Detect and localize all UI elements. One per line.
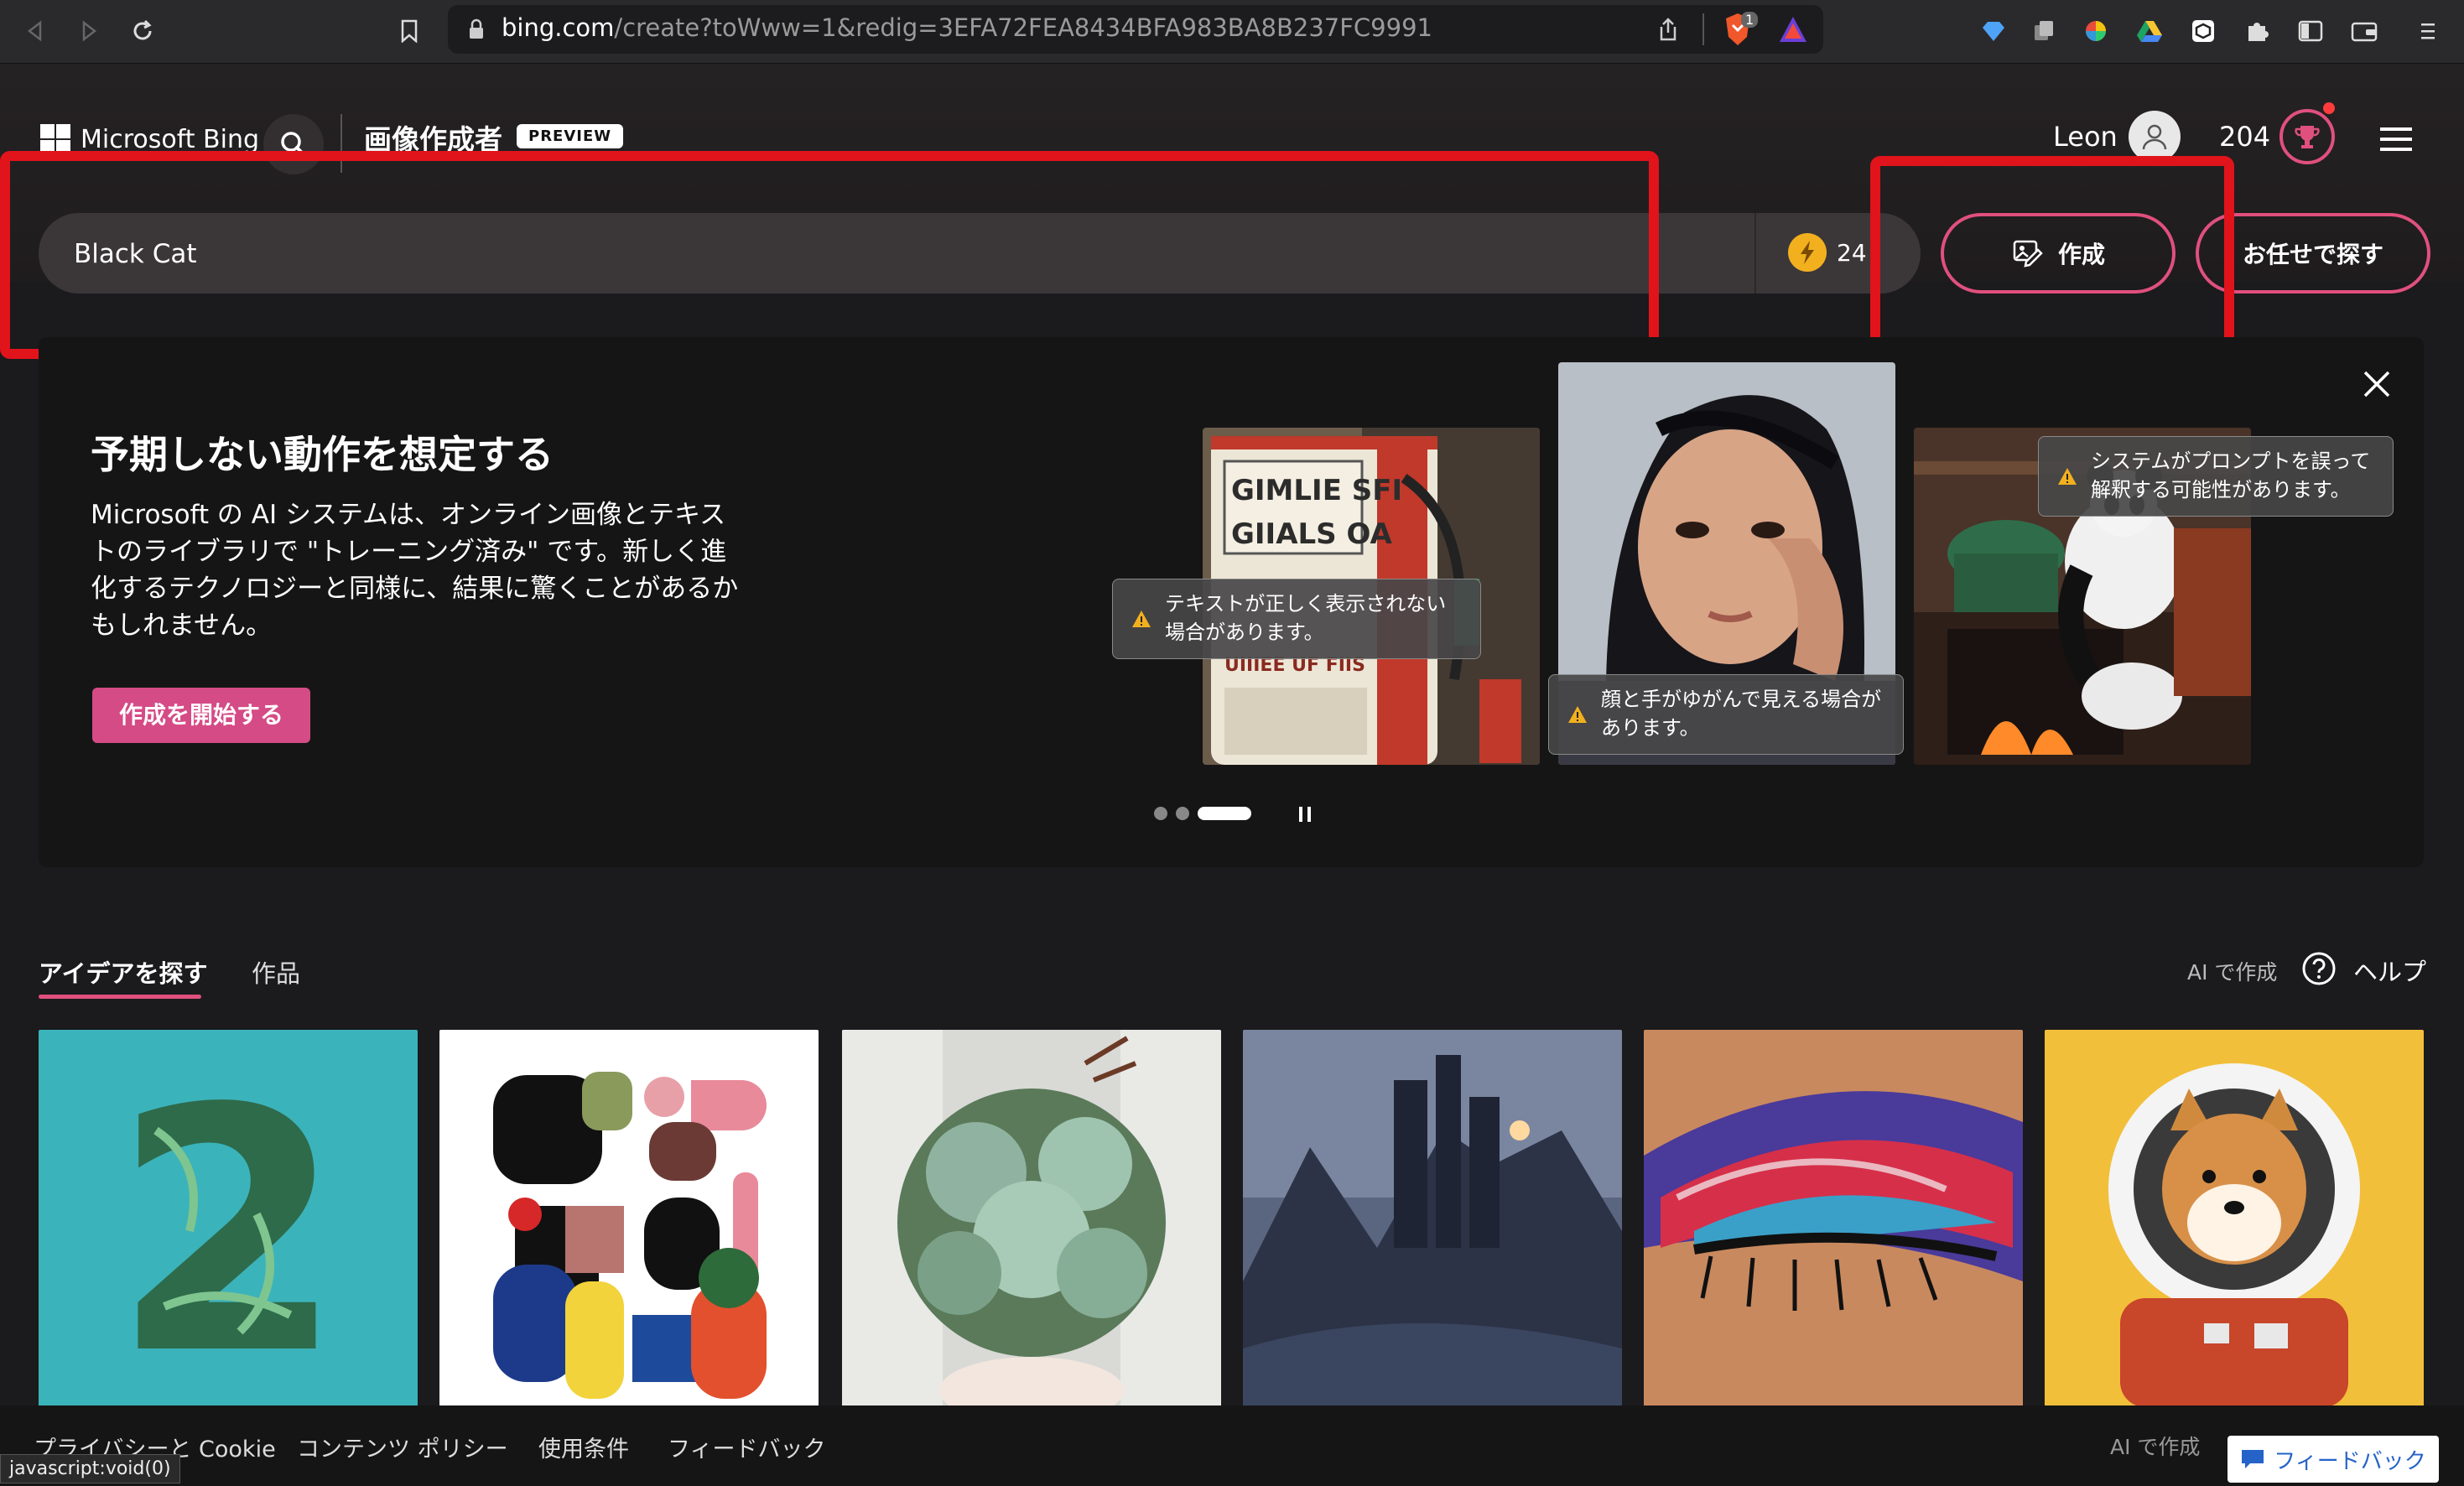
warning-icon <box>1132 611 1151 627</box>
brave-shield-icon[interactable]: 1 <box>1721 12 1759 49</box>
preview-badge: PREVIEW <box>517 124 624 148</box>
carousel-dot[interactable] <box>1176 807 1189 820</box>
annotation-prompt-highlight <box>0 151 1659 359</box>
tooltip-face-warning: 顔と手がゆがんで見える場合があります。 <box>1548 674 1904 755</box>
warning-icon <box>1568 706 1587 723</box>
extension-color-icon[interactable] <box>2077 12 2115 50</box>
pause-icon[interactable] <box>1297 805 1313 824</box>
bookmark-icon[interactable] <box>389 12 429 50</box>
tooltip-prompt-warning: システムがプロンプトを誤って解釈する可能性があります。 <box>2038 436 2394 517</box>
sign-line-2: GIIALS OA <box>1231 517 1393 551</box>
tooltip-text-warning: テキストが正しく表示されない場合があります。 <box>1112 579 1481 659</box>
user-icon <box>2142 124 2167 150</box>
help-link[interactable]: ヘルプ <box>2353 953 2426 988</box>
boost-counter[interactable]: 24 <box>1788 233 1867 272</box>
wallet-icon[interactable] <box>2345 12 2383 50</box>
footer-terms-link[interactable]: 使用条件 <box>538 1431 629 1463</box>
close-icon[interactable] <box>2360 367 2394 401</box>
trophy-icon <box>2295 126 2320 148</box>
extensions-puzzle-icon[interactable] <box>2238 12 2276 50</box>
chat-bubble-icon <box>2242 1450 2264 1468</box>
hamburger-menu-icon[interactable] <box>2375 122 2417 156</box>
boost-count: 24 <box>1837 238 1867 267</box>
gallery-card-abstract-shapes[interactable] <box>439 1030 819 1407</box>
tooltip-face-label: 顔と手がゆがんで見える場合があります。 <box>1601 688 1882 740</box>
share-icon[interactable] <box>1657 17 1679 42</box>
warning-icon <box>2058 468 2077 485</box>
gallery-card-eye-makeup[interactable] <box>1644 1030 2023 1407</box>
gallery-card-shiba-astronaut[interactable] <box>2045 1030 2424 1407</box>
browser-status-bar: javascript:void(0) <box>0 1454 180 1483</box>
footer-content-policy-link[interactable]: コンテンツ ポリシー <box>297 1431 508 1463</box>
sign-line-1: GIMLIE SFI <box>1231 474 1402 507</box>
rewards-button[interactable] <box>2279 109 2335 164</box>
gallery-card-number-two[interactable]: 2 <box>39 1030 418 1407</box>
active-tab-indicator <box>39 995 201 999</box>
brave-rewards-icon[interactable] <box>1778 15 1808 44</box>
bing-logo[interactable]: Microsoft Bing <box>40 124 259 154</box>
forward-icon[interactable] <box>69 12 109 50</box>
start-creating-button[interactable]: 作成を開始する <box>92 688 311 743</box>
address-bar[interactable]: bing.com/create?toWww=1&redig=3EFA72FEA8… <box>448 5 1823 54</box>
help-icon[interactable] <box>2301 951 2337 986</box>
extension-gem-icon[interactable] <box>1974 12 2013 50</box>
footer-ai-made-label: AI で作成 <box>2110 1435 2201 1459</box>
reload-icon[interactable] <box>122 12 163 50</box>
gallery-card-succulent-bouquet[interactable] <box>842 1030 1221 1407</box>
avatar[interactable] <box>2129 111 2181 163</box>
sidebar-toggle-icon[interactable] <box>2291 12 2330 50</box>
tab-creations[interactable]: 作品 <box>252 954 300 990</box>
banner-title: 予期しない動作を想定する <box>91 432 554 477</box>
browser-menu-icon[interactable] <box>2409 12 2447 50</box>
brave-badge: 1 <box>1741 12 1759 28</box>
feedback-button-label: フィードバック <box>2274 1448 2426 1474</box>
footer: プライバシーと Cookie コンテンツ ポリシー 使用条件 フィードバック A… <box>0 1405 2464 1486</box>
carousel-dot-active[interactable] <box>1198 807 1251 820</box>
gallery-card-dark-castle[interactable] <box>1243 1030 1622 1407</box>
footer-feedback-link[interactable]: フィードバック <box>668 1431 825 1463</box>
feedback-button[interactable]: フィードバック <box>2227 1436 2439 1483</box>
logo-text: Microsoft Bing <box>81 124 260 154</box>
tab-explore-ideas[interactable]: アイデアを探す <box>39 954 208 990</box>
lock-icon <box>470 18 483 39</box>
carousel-dot[interactable] <box>1154 807 1167 820</box>
browser-toolbar: bing.com/create?toWww=1&redig=3EFA72FEA8… <box>0 0 2464 64</box>
tooltip-prompt-label: システムがプロンプトを誤って解釈する可能性があります。 <box>2091 449 2371 501</box>
lightning-bolt-icon <box>1788 233 1827 272</box>
tooltip-text-label: テキストが正しく表示されない場合があります。 <box>1165 592 1447 644</box>
intro-banner: 予期しない動作を想定する Microsoft の AI システムは、オンライン画… <box>39 337 2424 867</box>
annotation-create-highlight <box>1870 156 2234 364</box>
notification-dot <box>2323 102 2335 114</box>
extension-box-icon[interactable] <box>2184 12 2222 50</box>
reward-points[interactable]: 204 <box>2219 121 2270 153</box>
prompt-divider <box>1754 213 1756 294</box>
ai-generated-label: AI で作成 <box>2187 960 2278 985</box>
carousel-dots <box>1154 807 1251 820</box>
user-name[interactable]: Leon <box>2053 121 2118 153</box>
microsoft-logo-icon <box>40 124 70 154</box>
banner-description: Microsoft の AI システムは、オンライン画像とテキストのライブラリで… <box>91 500 739 641</box>
back-icon[interactable] <box>15 12 55 50</box>
google-drive-icon[interactable] <box>2130 12 2169 50</box>
gallery-digit: 2 <box>112 1038 345 1407</box>
url-text: bing.com/create?toWww=1&redig=3EFA72FEA8… <box>502 13 1432 42</box>
extension-copy-icon[interactable] <box>2025 12 2063 50</box>
